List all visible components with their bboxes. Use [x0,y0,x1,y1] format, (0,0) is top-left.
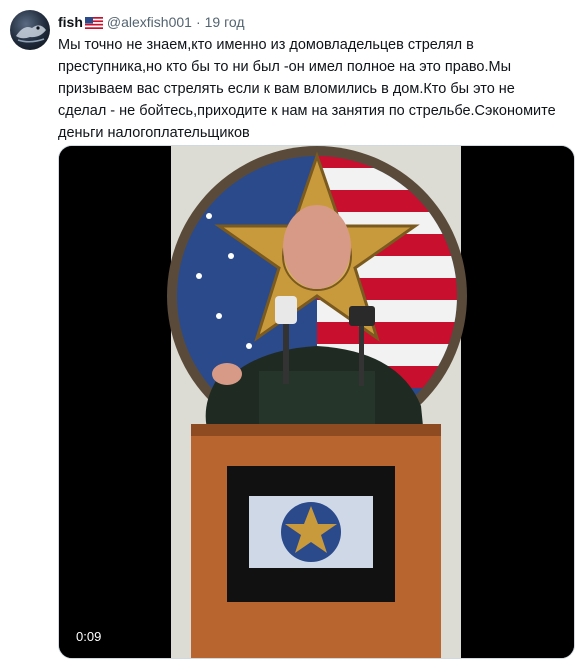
tweet-text-line: преступника,но кто бы то ни был -он имел… [58,59,512,75]
author-handle[interactable]: @alexfish001 [107,14,192,30]
author-name[interactable]: fish [58,14,83,30]
video-frame [59,146,574,658]
tweet-text: Мы точно не знаем,кто именно из домовлад… [58,34,556,144]
video-player[interactable]: 0:09 [58,145,575,659]
tweet-text-line: деньги налогоплательщиков [58,125,250,141]
tweet-text-line: сделал - не бойтесь,приходите к нам на з… [58,103,556,119]
avatar[interactable] [10,10,50,50]
tweet-text-line: Мы точно не знаем,кто именно из домовлад… [58,37,474,53]
video-elapsed-time: 0:09 [71,627,107,646]
tweet-header: fish @alexfish001 · 19 год [58,12,245,32]
separator-dot: · [195,14,201,30]
tweet-text-line: призываем вас стрелять если к вам вломил… [58,81,515,97]
timestamp[interactable]: 19 год [205,14,245,30]
us-flag-icon [84,16,103,29]
tweet[interactable]: fish @alexfish001 · 19 год Мы точно не з… [0,0,586,661]
